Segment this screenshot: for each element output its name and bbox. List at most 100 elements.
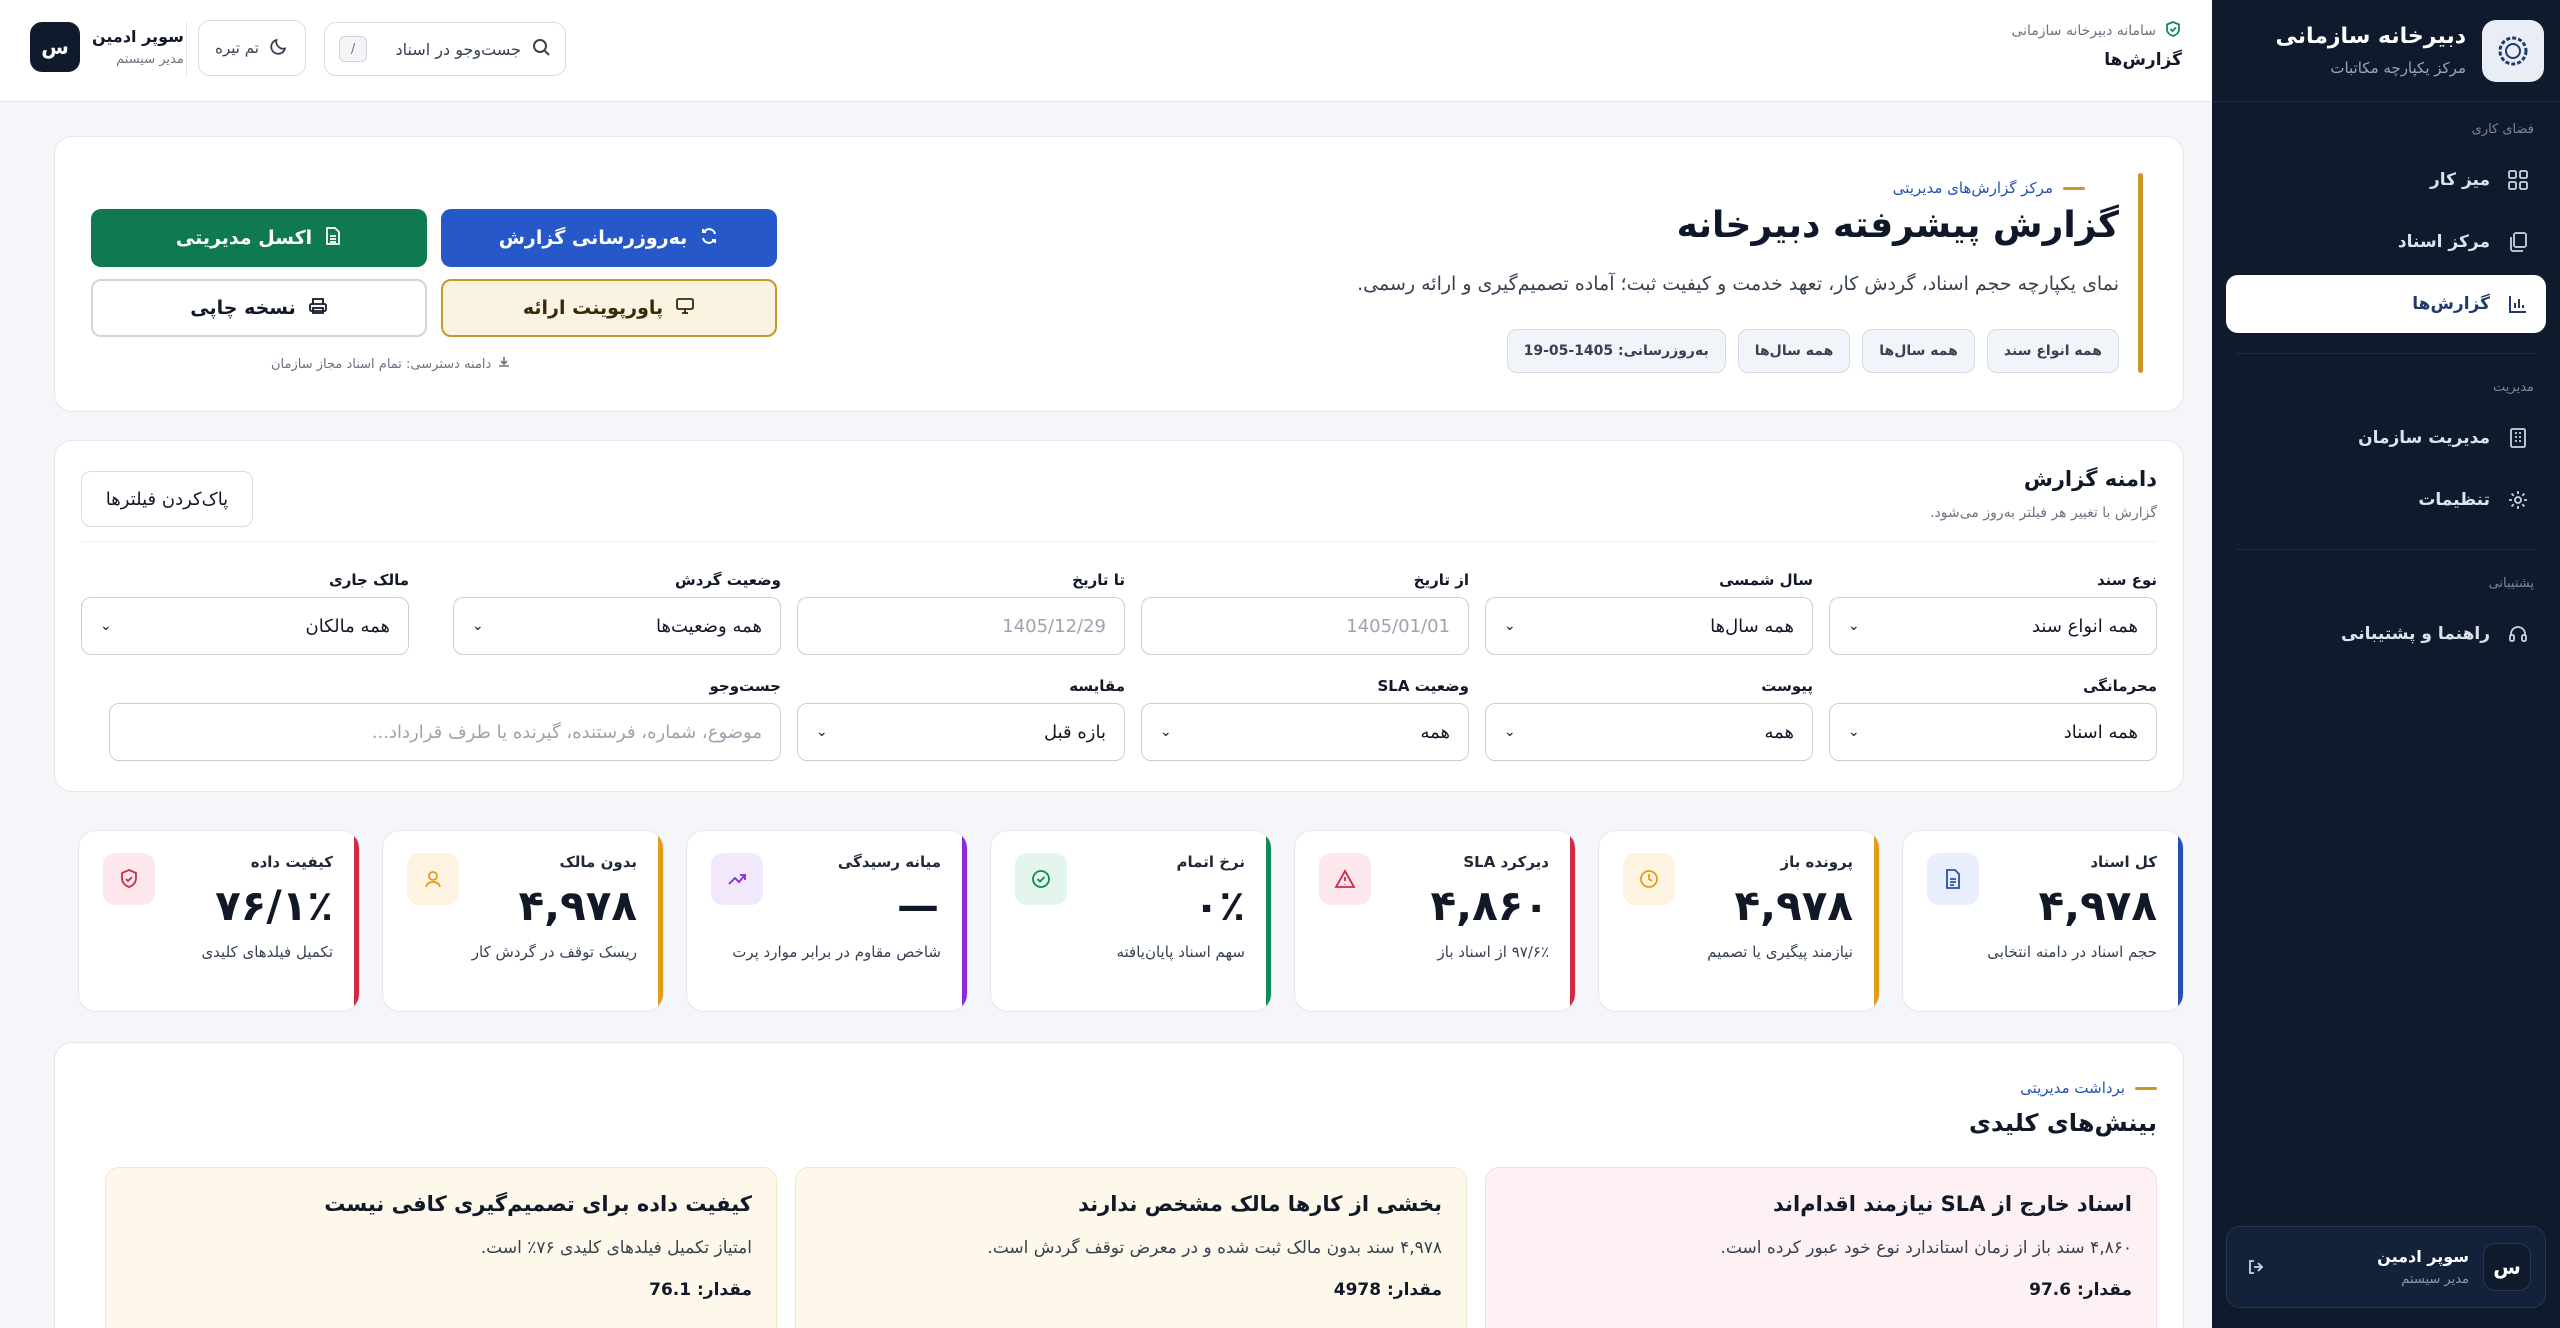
report-filters: دامنه گزارش گزارش با تغییر هر فیلتر به‌ر…: [54, 440, 2184, 792]
kpi-label: بدون مالک: [559, 853, 637, 871]
year-select[interactable]: همه سال‌ها ⌄: [1485, 597, 1813, 655]
dashboard-icon: [2504, 166, 2532, 194]
sidebar-item-documents[interactable]: مرکز اسناد: [2226, 213, 2546, 271]
kpi-value: ۴,۹۷۸: [2038, 881, 2157, 930]
doc-type-select[interactable]: همه انواع سند ⌄: [1829, 597, 2157, 655]
from-date-input[interactable]: 1405/01/01: [1141, 597, 1469, 655]
theme-label: تم تیره: [215, 39, 259, 57]
sidebar-item-reports[interactable]: گزارش‌ها: [2226, 275, 2546, 333]
kpi-value: ۷۶/۱٪: [215, 881, 333, 930]
chevron-down-icon: ⌄: [1848, 724, 1860, 740]
kpi-card: کیفیت داده ۷۶/۱٪ تکمیل فیلدهای کلیدی: [78, 830, 360, 1012]
clear-filters-button[interactable]: پاک‌کردن فیلترها: [81, 471, 253, 527]
confidentiality-select[interactable]: همه اسناد ⌄: [1829, 703, 2157, 761]
insights-title: بینش‌های کلیدی: [1969, 1109, 2157, 1137]
chevron-down-icon: ⌄: [1160, 724, 1172, 740]
theme-toggle-button[interactable]: تم تیره: [198, 20, 306, 76]
powerpoint-export-button[interactable]: پاورپوینت ارائه: [441, 279, 777, 337]
user-role: مدیر سیستم: [116, 52, 184, 67]
sidebar: دبیرخانه سازمانی مرکز یکپارچه مکاتبات فض…: [2212, 0, 2560, 1328]
chevron-down-icon: ⌄: [472, 618, 484, 634]
chevron-down-icon: ⌄: [100, 618, 112, 634]
kpi-card: میانه رسیدگی — شاخص مقاوم در برابر موارد…: [686, 830, 968, 1012]
kpi-note: ریسک توقف در گردش کار: [471, 943, 637, 961]
hero-title: گزارش پیشرفته دبیرخانه: [1676, 205, 2119, 246]
chip-year: همه سال‌ها: [1862, 329, 1975, 373]
insight-value: مقدار: 4978: [1333, 1280, 1442, 1300]
chevron-down-icon: ⌄: [1848, 618, 1860, 634]
kpi-note: تکمیل فیلدهای کلیدی: [201, 943, 333, 961]
user-role: مدیر سیستم: [2401, 1272, 2469, 1287]
refresh-icon: [699, 226, 719, 251]
filter-attachment: پیوست همه ⌄: [1485, 677, 1813, 761]
kpi-label: دیرکرد SLA: [1463, 853, 1549, 871]
kpi-accent-bar: [658, 831, 663, 1011]
comparison-select[interactable]: بازه قبل ⌄: [797, 703, 1125, 761]
sidebar-user-card: س سوپر ادمین مدیر سیستم: [2226, 1226, 2546, 1308]
filter-to-date: تا تاریخ 1405/12/29: [797, 571, 1125, 655]
chip-updated: به‌روزرسانی: 1405-05-19: [1506, 329, 1726, 373]
nav-section-workspace: فضای کاری: [2471, 122, 2534, 137]
kpi-card: بدون مالک ۴,۹۷۸ ریسک توقف در گردش کار: [382, 830, 664, 1012]
printer-icon: [308, 296, 328, 321]
insight-description: ۴,۹۷۸ سند بدون مالک ثبت شده و در معرض تو…: [987, 1238, 1442, 1258]
file-icon: [1927, 853, 1979, 905]
refresh-report-button[interactable]: به‌روزرسانی گزارش: [441, 209, 777, 267]
documents-icon: [2504, 228, 2532, 256]
filter-year: سال شمسی همه سال‌ها ⌄: [1485, 571, 1813, 655]
kpi-label: میانه رسیدگی: [837, 853, 941, 871]
filter-doc-type: نوع سند همه انواع سند ⌄: [1829, 571, 2157, 655]
topbar-user[interactable]: س سوپر ادمین مدیر سیستم: [30, 22, 184, 72]
breadcrumb: سامانه دبیرخانه سازمانی گزارش‌ها: [2011, 20, 2182, 70]
kpi-label: نرخ اتمام: [1176, 853, 1245, 871]
search-icon: [531, 37, 551, 61]
insights-section: برداشت مدیریتی بینش‌های کلیدی اسناد خارج…: [54, 1042, 2184, 1328]
sidebar-item-label: گزارش‌ها: [2412, 294, 2490, 314]
sla-status-select[interactable]: همه ⌄: [1141, 703, 1469, 761]
kpi-accent-bar: [962, 831, 967, 1011]
kpi-card: نرخ اتمام ۰٪ سهم اسناد پایان‌یافته: [990, 830, 1272, 1012]
shield-icon: [103, 853, 155, 905]
sidebar-item-dashboard[interactable]: میز کار: [2226, 151, 2546, 209]
workflow-status-select[interactable]: همه وضعیت‌ها ⌄: [453, 597, 781, 655]
insight-value: مقدار: 97.6: [2029, 1280, 2132, 1300]
kpi-accent-bar: [1874, 831, 1879, 1011]
search-button[interactable]: جست‌وجو در اسناد /: [324, 22, 566, 76]
search-shortcut: /: [339, 36, 367, 62]
insight-card: بخشی از کارها مالک مشخص ندارند ۴,۹۷۸ سند…: [795, 1167, 1467, 1328]
chart-icon: [2504, 290, 2532, 318]
avatar: س: [30, 22, 80, 72]
sidebar-item-settings[interactable]: تنظیمات: [2226, 471, 2546, 529]
print-button[interactable]: نسخه چاپی: [91, 279, 427, 337]
sidebar-item-label: مرکز اسناد: [2397, 232, 2490, 252]
excel-export-button[interactable]: اکسل مدیریتی: [91, 209, 427, 267]
chip-year-compare: همه سال‌ها: [1737, 329, 1851, 373]
search-label: جست‌وجو در اسناد: [395, 39, 521, 59]
user-icon: [407, 853, 459, 905]
kpi-note: حجم اسناد در دامنه انتخابی: [1987, 943, 2157, 961]
filter-confidentiality: محرمانگی همه اسناد ⌄: [1829, 677, 2157, 761]
sidebar-item-help[interactable]: راهنما و پشتیبانی: [2226, 605, 2546, 663]
search-input[interactable]: موضوع، شماره، فرستنده، گیرنده یا طرف قرا…: [109, 703, 781, 761]
sidebar-item-organization[interactable]: مدیریت سازمان: [2226, 409, 2546, 467]
nav-section-support: پشتیبانی: [2488, 576, 2534, 591]
brand: دبیرخانه سازمانی مرکز یکپارچه مکاتبات: [2212, 0, 2560, 102]
brand-logo-icon: [2482, 19, 2544, 82]
building-icon: [2504, 424, 2532, 452]
kpi-label: کیفیت داده: [250, 853, 333, 871]
insight-title: اسناد خارج از SLA نیازمند اقدام‌اند: [1773, 1192, 2132, 1216]
avatar: س: [2483, 1243, 2531, 1291]
hero-kicker: مرکز گزارش‌های مدیریتی: [1893, 179, 2085, 197]
check-circle-icon: [1015, 853, 1067, 905]
owner-select[interactable]: همه مالکان ⌄: [81, 597, 409, 655]
kpi-value: —: [897, 881, 941, 930]
page-title: گزارش‌ها: [2104, 50, 2182, 70]
kpi-note: شاخص مقاوم در برابر موارد پرت: [732, 943, 941, 961]
chevron-down-icon: ⌄: [1504, 618, 1516, 634]
insight-card: اسناد خارج از SLA نیازمند اقدام‌اند ۴,۸۶…: [1485, 1167, 2157, 1328]
user-name: سوپر ادمین: [2377, 1247, 2469, 1266]
logout-icon[interactable]: [2241, 1252, 2271, 1282]
attachment-select[interactable]: همه ⌄: [1485, 703, 1813, 761]
kpi-accent-bar: [1570, 831, 1575, 1011]
to-date-input[interactable]: 1405/12/29: [797, 597, 1125, 655]
